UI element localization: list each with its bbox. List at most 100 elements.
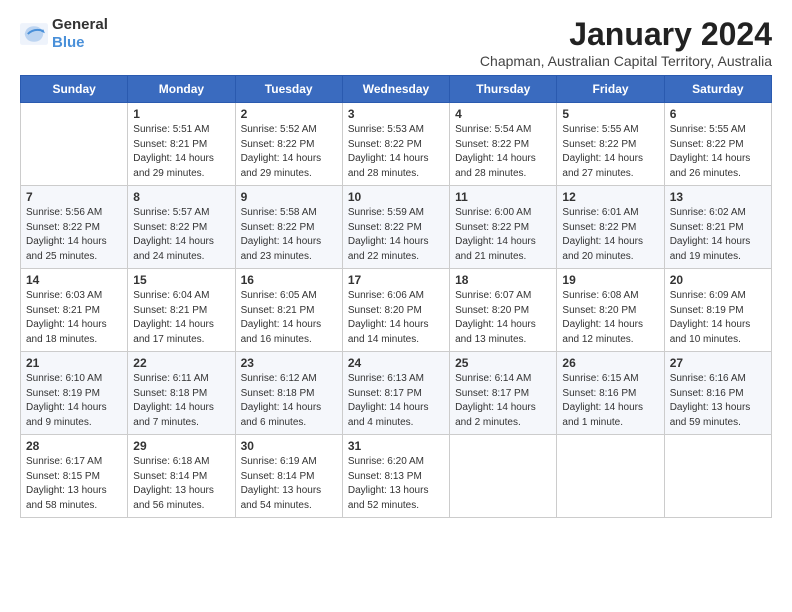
- day-number: 15: [133, 273, 229, 287]
- calendar-cell: 20 Sunrise: 6:09 AM Sunset: 8:19 PM Dayli…: [664, 269, 771, 352]
- day-number: 9: [241, 190, 337, 204]
- day-number: 4: [455, 107, 551, 121]
- calendar-week-row: 21Sunrise: 6:10 AM Sunset: 8:19 PM Dayli…: [21, 352, 772, 435]
- day-number: 12: [562, 190, 658, 204]
- calendar-cell: 22 Sunrise: 6:11 AM Sunset: 8:18 PM Dayli…: [128, 352, 235, 435]
- cell-detail: Sunrise: 6:18 AM Sunset: 8:14 PM Dayligh…: [133, 455, 229, 513]
- calendar-cell: 31Sunrise: 6:20 AM Sunset: 8:13 PM Dayli…: [342, 435, 449, 518]
- cell-detail: Sunrise: 6:20 AM Sunset: 8:13 PM Dayligh…: [348, 455, 444, 513]
- calendar-cell: 9 Sunrise: 5:58 AM Sunset: 8:22 PM Daylig…: [235, 186, 342, 269]
- calendar-cell: 29 Sunrise: 6:18 AM Sunset: 8:14 PM Dayli…: [128, 435, 235, 518]
- calendar-cell: 14Sunrise: 6:03 AM Sunset: 8:21 PM Dayli…: [21, 269, 128, 352]
- weekday-header-row: SundayMondayTuesdayWednesdayThursdayFrid…: [21, 76, 772, 103]
- day-number: 6: [670, 107, 766, 121]
- cell-detail: Sunrise: 5:55 AM Sunset: 8:22 PM Dayligh…: [670, 123, 766, 181]
- day-number: 2: [241, 107, 337, 121]
- calendar-cell: 12 Sunrise: 6:01 AM Sunset: 8:22 PM Dayli…: [557, 186, 664, 269]
- logo-icon: [20, 23, 48, 45]
- calendar-cell: 5Sunrise: 5:55 AM Sunset: 8:22 PM Daylig…: [557, 103, 664, 186]
- day-number: 22: [133, 356, 229, 370]
- cell-detail: Sunrise: 5:58 AM Sunset: 8:22 PM Dayligh…: [241, 206, 337, 264]
- cell-detail: Sunrise: 6:11 AM Sunset: 8:18 PM Dayligh…: [133, 372, 229, 430]
- calendar-body: 1Sunrise: 5:51 AM Sunset: 8:21 PM Daylig…: [21, 103, 772, 518]
- weekday-header-wednesday: Wednesday: [342, 76, 449, 103]
- calendar-cell: [21, 103, 128, 186]
- calendar-cell: [557, 435, 664, 518]
- day-number: 24: [348, 356, 444, 370]
- day-number: 16: [241, 273, 337, 287]
- calendar-cell: 27 Sunrise: 6:16 AM Sunset: 8:16 PM Dayli…: [664, 352, 771, 435]
- day-number: 26: [562, 356, 658, 370]
- calendar-cell: 24 Sunrise: 6:13 AM Sunset: 8:17 PM Dayli…: [342, 352, 449, 435]
- cell-detail: Sunrise: 5:54 AM Sunset: 8:22 PM Dayligh…: [455, 123, 551, 181]
- calendar-cell: 21Sunrise: 6:10 AM Sunset: 8:19 PM Dayli…: [21, 352, 128, 435]
- day-number: 8: [133, 190, 229, 204]
- calendar-cell: 10Sunrise: 5:59 AM Sunset: 8:22 PM Dayli…: [342, 186, 449, 269]
- cell-detail: Sunrise: 6:12 AM Sunset: 8:18 PM Dayligh…: [241, 372, 337, 430]
- cell-detail: Sunrise: 6:10 AM Sunset: 8:19 PM Dayligh…: [26, 372, 122, 430]
- calendar-cell: 17Sunrise: 6:06 AM Sunset: 8:20 PM Dayli…: [342, 269, 449, 352]
- day-number: 25: [455, 356, 551, 370]
- day-number: 7: [26, 190, 122, 204]
- cell-detail: Sunrise: 5:51 AM Sunset: 8:21 PM Dayligh…: [133, 123, 229, 181]
- cell-detail: Sunrise: 6:02 AM Sunset: 8:21 PM Dayligh…: [670, 206, 766, 264]
- calendar-cell: [450, 435, 557, 518]
- day-number: 27: [670, 356, 766, 370]
- weekday-header-saturday: Saturday: [664, 76, 771, 103]
- day-number: 11: [455, 190, 551, 204]
- subtitle: Chapman, Australian Capital Territory, A…: [480, 53, 772, 69]
- day-number: 17: [348, 273, 444, 287]
- calendar-cell: 2Sunrise: 5:52 AM Sunset: 8:22 PM Daylig…: [235, 103, 342, 186]
- page-header: General Blue January 2024 Chapman, Austr…: [20, 16, 772, 69]
- cell-detail: Sunrise: 5:53 AM Sunset: 8:22 PM Dayligh…: [348, 123, 444, 181]
- cell-detail: Sunrise: 6:08 AM Sunset: 8:20 PM Dayligh…: [562, 289, 658, 347]
- cell-detail: Sunrise: 5:56 AM Sunset: 8:22 PM Dayligh…: [26, 206, 122, 264]
- calendar-cell: 28 Sunrise: 6:17 AM Sunset: 8:15 PM Dayli…: [21, 435, 128, 518]
- cell-detail: Sunrise: 5:57 AM Sunset: 8:22 PM Dayligh…: [133, 206, 229, 264]
- cell-detail: Sunrise: 6:16 AM Sunset: 8:16 PM Dayligh…: [670, 372, 766, 430]
- cell-detail: Sunrise: 6:00 AM Sunset: 8:22 PM Dayligh…: [455, 206, 551, 264]
- calendar-cell: 4 Sunrise: 5:54 AM Sunset: 8:22 PM Daylig…: [450, 103, 557, 186]
- cell-detail: Sunrise: 6:17 AM Sunset: 8:15 PM Dayligh…: [26, 455, 122, 513]
- cell-detail: Sunrise: 5:59 AM Sunset: 8:22 PM Dayligh…: [348, 206, 444, 264]
- day-number: 3: [348, 107, 444, 121]
- weekday-header-thursday: Thursday: [450, 76, 557, 103]
- calendar-cell: 1Sunrise: 5:51 AM Sunset: 8:21 PM Daylig…: [128, 103, 235, 186]
- day-number: 28: [26, 439, 122, 453]
- calendar-cell: 6 Sunrise: 5:55 AM Sunset: 8:22 PM Daylig…: [664, 103, 771, 186]
- cell-detail: Sunrise: 6:04 AM Sunset: 8:21 PM Dayligh…: [133, 289, 229, 347]
- cell-detail: Sunrise: 6:19 AM Sunset: 8:14 PM Dayligh…: [241, 455, 337, 513]
- calendar-week-row: 28 Sunrise: 6:17 AM Sunset: 8:15 PM Dayli…: [21, 435, 772, 518]
- weekday-header-monday: Monday: [128, 76, 235, 103]
- calendar-cell: 30 Sunrise: 6:19 AM Sunset: 8:14 PM Dayli…: [235, 435, 342, 518]
- day-number: 23: [241, 356, 337, 370]
- logo-blue: Blue: [52, 34, 85, 51]
- weekday-header-sunday: Sunday: [21, 76, 128, 103]
- calendar-cell: 13 Sunrise: 6:02 AM Sunset: 8:21 PM Dayli…: [664, 186, 771, 269]
- calendar-cell: 15 Sunrise: 6:04 AM Sunset: 8:21 PM Dayli…: [128, 269, 235, 352]
- cell-detail: Sunrise: 6:13 AM Sunset: 8:17 PM Dayligh…: [348, 372, 444, 430]
- calendar-cell: 11 Sunrise: 6:00 AM Sunset: 8:22 PM Dayli…: [450, 186, 557, 269]
- calendar-cell: 25Sunrise: 6:14 AM Sunset: 8:17 PM Dayli…: [450, 352, 557, 435]
- day-number: 29: [133, 439, 229, 453]
- day-number: 14: [26, 273, 122, 287]
- title-block: January 2024 Chapman, Australian Capital…: [480, 16, 772, 69]
- calendar-cell: 18Sunrise: 6:07 AM Sunset: 8:20 PM Dayli…: [450, 269, 557, 352]
- day-number: 20: [670, 273, 766, 287]
- calendar-cell: 26Sunrise: 6:15 AM Sunset: 8:16 PM Dayli…: [557, 352, 664, 435]
- day-number: 30: [241, 439, 337, 453]
- cell-detail: Sunrise: 6:01 AM Sunset: 8:22 PM Dayligh…: [562, 206, 658, 264]
- calendar-week-row: 1Sunrise: 5:51 AM Sunset: 8:21 PM Daylig…: [21, 103, 772, 186]
- cell-detail: Sunrise: 6:07 AM Sunset: 8:20 PM Dayligh…: [455, 289, 551, 347]
- cell-detail: Sunrise: 6:09 AM Sunset: 8:19 PM Dayligh…: [670, 289, 766, 347]
- calendar-table: SundayMondayTuesdayWednesdayThursdayFrid…: [20, 75, 772, 518]
- day-number: 13: [670, 190, 766, 204]
- calendar-week-row: 7 Sunrise: 5:56 AM Sunset: 8:22 PM Daylig…: [21, 186, 772, 269]
- cell-detail: Sunrise: 6:05 AM Sunset: 8:21 PM Dayligh…: [241, 289, 337, 347]
- logo-general: General: [52, 16, 108, 33]
- calendar-cell: 7 Sunrise: 5:56 AM Sunset: 8:22 PM Daylig…: [21, 186, 128, 269]
- day-number: 19: [562, 273, 658, 287]
- calendar-cell: 3 Sunrise: 5:53 AM Sunset: 8:22 PM Daylig…: [342, 103, 449, 186]
- calendar-cell: [664, 435, 771, 518]
- logo-text: General Blue: [52, 16, 108, 52]
